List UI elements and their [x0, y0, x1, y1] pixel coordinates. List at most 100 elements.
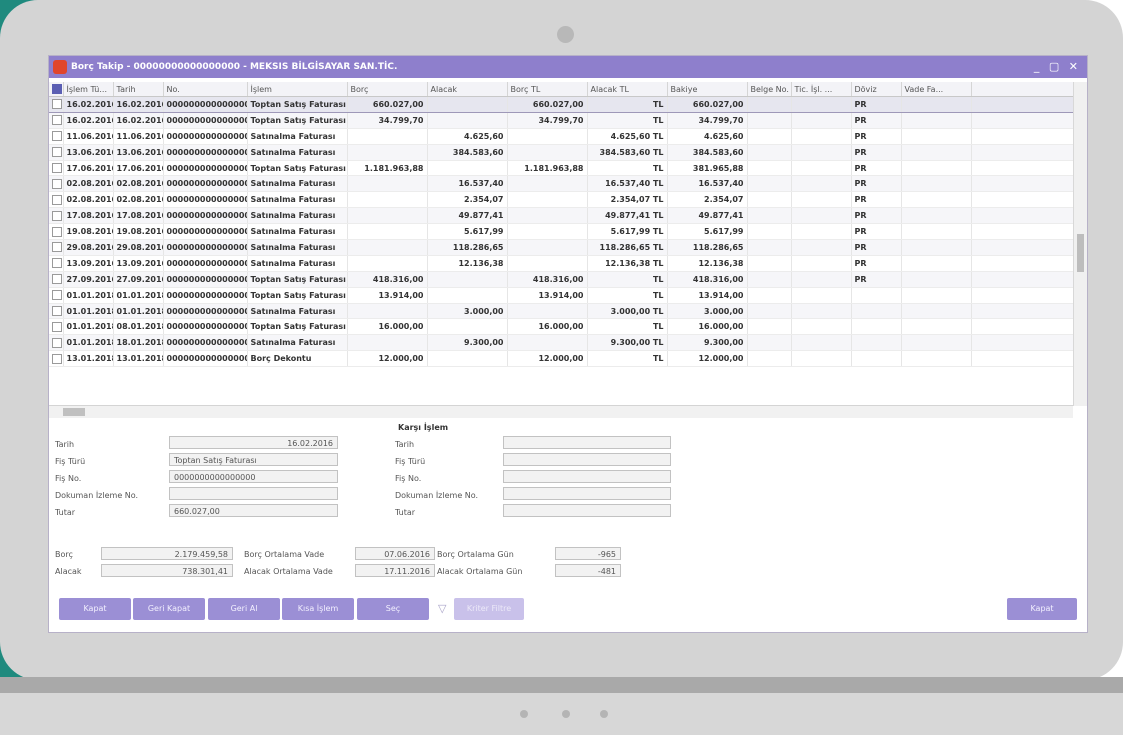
table-cell: 384.583,60 TL	[587, 144, 668, 161]
row-checkbox[interactable]	[49, 255, 64, 272]
table-row[interactable]: 13.01.2018 13.01.2018 0000000000000000 Borç…	[49, 350, 1073, 368]
summary-borc-vade-field: 07.06.2016	[355, 547, 435, 560]
table-cell-spacer	[971, 144, 1073, 161]
table-cell: 12.136,38	[667, 255, 748, 272]
row-checkbox[interactable]	[49, 303, 64, 320]
table-cell: 0000000000000000	[163, 144, 248, 161]
table-cell	[901, 207, 972, 225]
column-header[interactable]: Borç TL	[507, 82, 588, 97]
column-header-spacer	[971, 82, 1073, 97]
table-cell: PR	[851, 175, 902, 193]
table-cell: 16.000,00	[347, 318, 428, 336]
row-checkbox[interactable]	[49, 271, 64, 288]
row-checkbox[interactable]	[49, 334, 64, 352]
filter-icon[interactable]: ▽	[438, 603, 448, 615]
table-row[interactable]: 13.09.2016 13.09.2016 0000000000000000 Satı…	[49, 255, 1073, 272]
column-header[interactable]: No.	[163, 82, 248, 97]
table-cell-spacer	[971, 207, 1073, 225]
table-cell: 49.877,41 TL	[587, 207, 668, 225]
sec-button[interactable]: Seç	[357, 598, 429, 620]
row-checkbox[interactable]	[49, 144, 64, 161]
table-cell: PR	[851, 144, 902, 161]
table-cell: 9.300,00	[427, 334, 508, 352]
column-header[interactable]: Döviz	[851, 82, 902, 97]
table-cell: 0000000000000000	[163, 191, 248, 209]
row-checkbox[interactable]	[49, 160, 64, 177]
table-row[interactable]: 19.08.2016 19.08.2016 0000000000000000 Satı…	[49, 223, 1073, 241]
geri-al-button[interactable]: Geri Al	[208, 598, 280, 620]
row-checkbox[interactable]	[49, 175, 64, 193]
horizontal-scrollbar[interactable]	[49, 405, 1073, 418]
horizontal-scroll-thumb[interactable]	[63, 408, 85, 416]
column-header[interactable]: Tic. İşl. ...	[791, 82, 852, 97]
table-row[interactable]: 01.01.2018 01.01.2018 0000000000000000 Topt…	[49, 287, 1073, 304]
geri-kapat-button[interactable]: Geri Kapat	[133, 598, 205, 620]
table-row[interactable]: 13.06.2016 13.06.2016 0000000000000000 Satı…	[49, 144, 1073, 161]
row-checkbox[interactable]	[49, 287, 64, 304]
table-cell	[901, 191, 972, 209]
table-row[interactable]: 29.08.2016 29.08.2016 0000000000000000 Satı…	[49, 239, 1073, 256]
table-cell	[791, 128, 852, 145]
table-cell: Toptan Satış Faturası	[247, 318, 348, 336]
kapat-button-right[interactable]: Kapat	[1007, 598, 1077, 620]
column-header[interactable]: Belge No.	[747, 82, 792, 97]
column-header[interactable]: Alacak	[427, 82, 508, 97]
row-checkbox[interactable]	[49, 207, 64, 225]
table-cell: 0000000000000000	[163, 271, 248, 288]
table-cell: Satınalma Faturası	[247, 191, 348, 209]
table-cell: 12.136,38	[427, 255, 508, 272]
row-checkbox[interactable]	[49, 350, 64, 368]
vertical-scrollbar[interactable]	[1073, 82, 1087, 406]
row-checkbox[interactable]	[49, 128, 64, 145]
column-header[interactable]: Alacak TL	[587, 82, 668, 97]
table-cell: 9.300,00	[667, 334, 748, 352]
grid-menu-icon[interactable]	[49, 82, 64, 97]
row-checkbox[interactable]	[49, 239, 64, 256]
table-cell: 49.877,41	[667, 207, 748, 225]
table-row[interactable]: 27.09.2016 27.09.2016 0000000000000000 Topt…	[49, 271, 1073, 288]
table-row[interactable]: 02.08.2016 02.08.2016 0000000000000000 Satı…	[49, 191, 1073, 209]
table-cell: 13.01.2018	[63, 350, 114, 368]
row-checkbox[interactable]	[49, 223, 64, 241]
counter-tutar-field	[503, 504, 671, 517]
table-cell: PR	[851, 191, 902, 209]
table-cell-spacer	[971, 112, 1073, 129]
column-header[interactable]: Tarih	[113, 82, 164, 97]
summary-alacak-label: Alacak	[55, 567, 82, 576]
column-header[interactable]: İşlem	[247, 82, 348, 97]
window-controls[interactable]: _ ▢ ✕	[1034, 56, 1081, 78]
summary-borc-vade-label: Borç Ortalama Vade	[244, 550, 325, 559]
table-cell-spacer	[971, 96, 1073, 113]
title-bar[interactable]: Borç Takip - 00000000000000000 - MEKSIS …	[49, 56, 1087, 78]
kapat-button-left[interactable]: Kapat	[59, 598, 131, 620]
vertical-scroll-thumb[interactable]	[1077, 234, 1084, 272]
table-row[interactable]: 02.08.2016 02.08.2016 0000000000000000 Satı…	[49, 175, 1073, 193]
app-icon	[53, 60, 67, 74]
table-cell	[851, 334, 902, 352]
counter-label-fis-no: Fiş No.	[395, 474, 422, 483]
table-row[interactable]: 16.02.2016 16.02.2016 0000000000000000 Topt…	[49, 96, 1073, 113]
column-header[interactable]: Vade Fa...	[901, 82, 972, 97]
table-cell: 418.316,00	[347, 271, 428, 288]
table-cell: 16.537,40 TL	[587, 175, 668, 193]
row-checkbox[interactable]	[49, 112, 64, 129]
row-checkbox[interactable]	[49, 318, 64, 336]
table-cell: 02.08.2016	[113, 175, 164, 193]
column-header[interactable]: Borç	[347, 82, 428, 97]
column-header[interactable]: İşlem Tü...	[63, 82, 114, 97]
table-cell	[507, 128, 588, 145]
table-row[interactable]: 01.01.2018 01.01.2018 0000000000000000 Satı…	[49, 303, 1073, 320]
table-row[interactable]: 01.01.2018 08.01.2018 0000000000000000 Topt…	[49, 318, 1073, 336]
table-row[interactable]: 01.01.2018 18.01.2018 0000000000000000 Satı…	[49, 334, 1073, 352]
column-header[interactable]: Bakiye	[667, 82, 748, 97]
kisa-islem-button[interactable]: Kısa İşlem	[282, 598, 354, 620]
table-row[interactable]: 11.06.2016 11.06.2016 0000000000000000 Satı…	[49, 128, 1073, 145]
table-row[interactable]: 16.02.2016 16.02.2016 0000000000000000 Topt…	[49, 112, 1073, 129]
row-checkbox[interactable]	[49, 191, 64, 209]
table-row[interactable]: 17.06.2016 17.06.2016 0000000000000000 Topt…	[49, 160, 1073, 177]
row-checkbox[interactable]	[49, 96, 64, 113]
table-cell: 13.06.2016	[63, 144, 114, 161]
table-row[interactable]: 17.08.2016 17.08.2016 0000000000000000 Satı…	[49, 207, 1073, 225]
table-cell: 0000000000000000	[163, 96, 248, 113]
table-cell: 12.000,00	[347, 350, 428, 368]
